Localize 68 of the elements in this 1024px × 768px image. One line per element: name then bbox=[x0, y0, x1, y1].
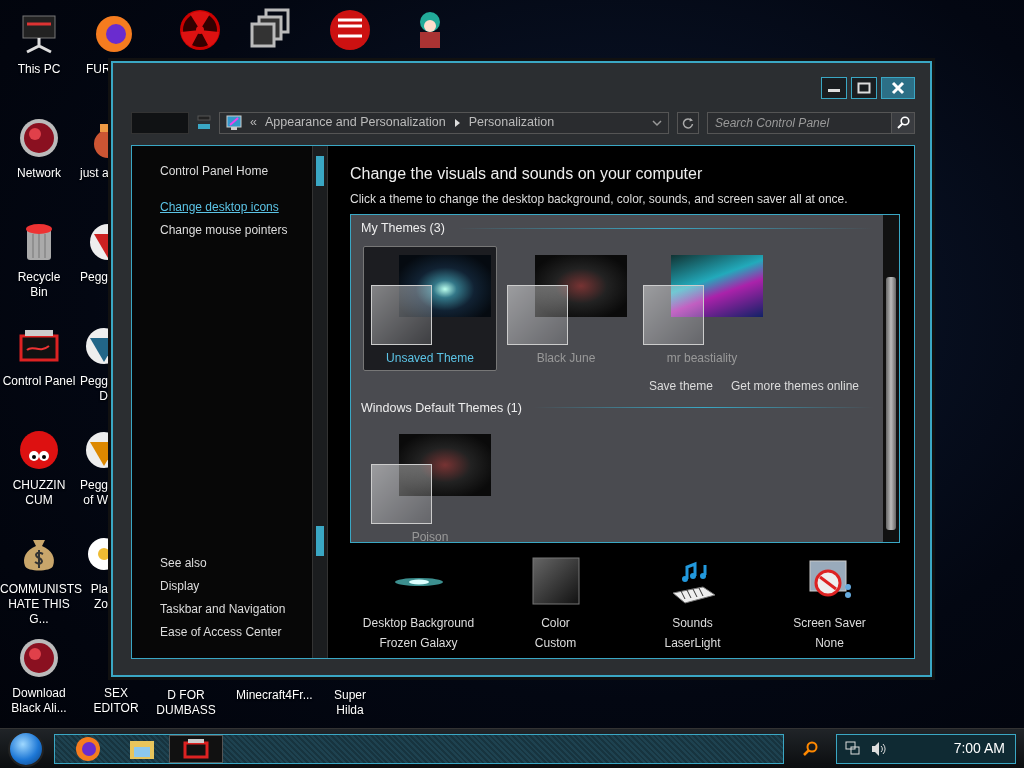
sidebar-link[interactable]: Change desktop icons bbox=[160, 195, 303, 219]
icon-label: Pegg bbox=[80, 270, 108, 285]
theme-tile[interactable]: Unsaved Theme bbox=[363, 245, 497, 371]
glass-swatch bbox=[371, 284, 432, 345]
refresh-button[interactable] bbox=[677, 111, 699, 134]
close-button[interactable] bbox=[881, 77, 915, 99]
theme-link[interactable]: Get more themes online bbox=[730, 376, 859, 395]
splitter-grip[interactable] bbox=[316, 155, 324, 186]
setting-value: None bbox=[815, 634, 844, 652]
maximize-icon bbox=[857, 82, 871, 94]
refresh-icon bbox=[682, 116, 694, 129]
close-icon bbox=[891, 81, 905, 95]
splitter-grip[interactable] bbox=[316, 525, 324, 556]
browser-icon bbox=[74, 734, 102, 763]
taskbar-button[interactable] bbox=[169, 734, 223, 763]
icon-label: just a bbox=[80, 166, 108, 181]
sidebar-link[interactable]: Display bbox=[160, 575, 303, 598]
sidebar-link[interactable]: Change mouse pointers bbox=[160, 218, 303, 242]
group-heading: My Themes (3) bbox=[361, 219, 445, 237]
setting-link[interactable]: Desktop Background bbox=[362, 612, 475, 633]
breadcrumb-item[interactable]: Personalization bbox=[468, 113, 555, 133]
setting-value: Frozen Galaxy bbox=[379, 634, 458, 652]
monitor-icon bbox=[226, 114, 242, 131]
address-bar[interactable]: « Appearance and Personalization Personalization bbox=[219, 111, 669, 134]
setting-value: LaserLight bbox=[664, 634, 721, 652]
search-icon[interactable] bbox=[802, 740, 818, 757]
icon-label: SEX EDITOR bbox=[92, 686, 140, 716]
glass-swatch bbox=[507, 284, 568, 345]
dropdown-icon[interactable] bbox=[652, 118, 662, 127]
page-title: Change the visuals and sounds on your computer bbox=[350, 163, 704, 183]
icon-label: This PC bbox=[16, 62, 62, 77]
setting-link[interactable]: Screen Saver bbox=[793, 612, 866, 633]
network-icon[interactable] bbox=[845, 740, 861, 757]
search-field[interactable]: Search Control Panel bbox=[707, 111, 891, 134]
group-heading: Windows Default Themes (1) bbox=[361, 399, 522, 417]
setting-link[interactable]: Color bbox=[541, 612, 570, 633]
search-button[interactable] bbox=[891, 111, 915, 134]
icon-label: Super Hilda bbox=[333, 688, 367, 718]
icon-label: Control Panel bbox=[2, 374, 76, 389]
search-icon bbox=[896, 116, 910, 130]
scrollbar[interactable] bbox=[883, 214, 899, 542]
glass-swatch bbox=[371, 464, 432, 525]
see-also-heading: See also bbox=[160, 555, 208, 572]
breadcrumb-chevron[interactable]: « bbox=[250, 113, 257, 133]
theme-link[interactable]: Save theme bbox=[648, 376, 713, 395]
icon-label: Network bbox=[16, 166, 62, 181]
icon-label: D FOR DUMBASS bbox=[155, 688, 217, 718]
sidebar-link[interactable]: Ease of Access Center bbox=[160, 621, 303, 644]
volume-icon[interactable] bbox=[871, 740, 887, 757]
setting-link[interactable]: Sounds bbox=[672, 612, 713, 633]
icon-label: Pegg of W bbox=[80, 478, 108, 508]
setting-value: Custom bbox=[534, 634, 577, 652]
minimize-button[interactable] bbox=[821, 77, 847, 99]
breadcrumb-item[interactable]: Appearance and Personalization bbox=[264, 113, 446, 133]
sidebar-link[interactable]: Control Panel Home bbox=[160, 159, 303, 183]
icon-label: Pegg D bbox=[80, 374, 108, 404]
icon-label: Download Black Ali... bbox=[10, 686, 68, 716]
icon-label: Pla Zo bbox=[89, 582, 108, 612]
sidebar-link[interactable]: Taskbar and Navigation bbox=[160, 598, 303, 621]
icon-label: CHUZZIN CUM bbox=[11, 478, 67, 508]
icon-label: Recycle Bin bbox=[16, 270, 62, 300]
page-description: Click a theme to change the desktop background, color, sounds, and screen saver all at once. bbox=[350, 190, 849, 208]
clock: 7:00 AM bbox=[953, 739, 1005, 758]
separator-arrow-icon bbox=[453, 117, 461, 128]
maximize-button[interactable] bbox=[851, 77, 877, 99]
start-button[interactable] bbox=[8, 730, 44, 767]
glass-swatch bbox=[643, 284, 704, 345]
color-swatch-icon[interactable] bbox=[529, 556, 582, 607]
